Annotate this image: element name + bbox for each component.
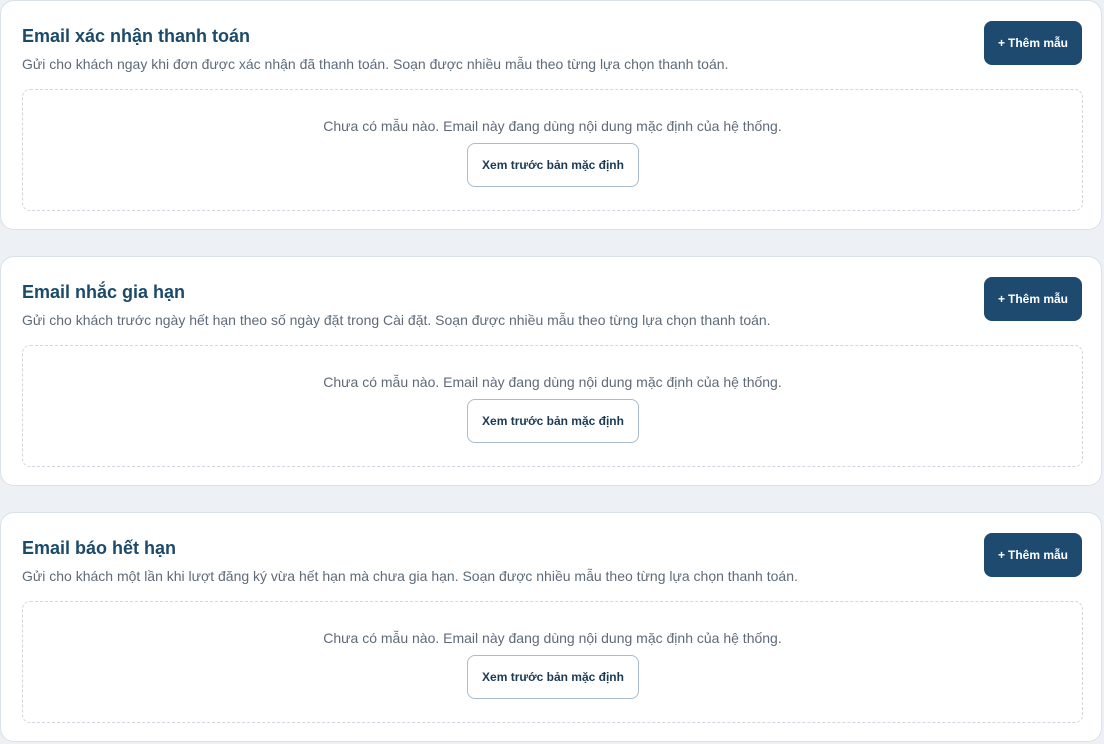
card-description: Gửi cho khách ngay khi đơn được xác nhận…: [22, 56, 729, 72]
empty-state-text: Chưa có mẫu nào. Email này đang dùng nội…: [323, 630, 782, 646]
empty-state-text: Chưa có mẫu nào. Email này đang dùng nội…: [323, 374, 782, 390]
empty-state: Chưa có mẫu nào. Email này đang dùng nội…: [22, 89, 1083, 211]
empty-state-text: Chưa có mẫu nào. Email này đang dùng nội…: [323, 118, 782, 134]
template-card-renewal-reminder: Email nhắc gia hạn Gửi cho khách trước n…: [0, 256, 1102, 486]
plus-icon: +: [997, 36, 1005, 50]
empty-state: Chưa có mẫu nào. Email này đang dùng nội…: [22, 345, 1083, 467]
add-template-label: Thêm mẫu: [1008, 548, 1069, 562]
preview-default-button[interactable]: Xem trước bản mặc định: [467, 399, 639, 443]
card-title: Email báo hết hạn: [22, 538, 177, 558]
plus-icon: +: [997, 292, 1005, 306]
add-template-label: Thêm mẫu: [1008, 36, 1069, 50]
card-description: Gửi cho khách trước ngày hết hạn theo số…: [22, 312, 771, 328]
template-card-expiration-notice: Email báo hết hạn Gửi cho khách một lần …: [0, 512, 1102, 742]
add-template-label: Thêm mẫu: [1008, 292, 1069, 306]
card-title: Email xác nhận thanh toán: [22, 26, 251, 46]
preview-default-button[interactable]: Xem trước bản mặc định: [467, 143, 639, 187]
template-card-payment-confirmation: Email xác nhận thanh toán Gửi cho khách …: [0, 0, 1102, 230]
plus-icon: +: [997, 548, 1005, 562]
preview-default-button[interactable]: Xem trước bản mặc định: [467, 655, 639, 699]
add-template-button[interactable]: + Thêm mẫu: [984, 21, 1082, 65]
add-template-button[interactable]: + Thêm mẫu: [984, 533, 1082, 577]
card-description: Gửi cho khách một lần khi lượt đăng ký v…: [22, 568, 798, 584]
empty-state: Chưa có mẫu nào. Email này đang dùng nội…: [22, 601, 1083, 723]
add-template-button[interactable]: + Thêm mẫu: [984, 277, 1082, 321]
card-title: Email nhắc gia hạn: [22, 282, 186, 302]
